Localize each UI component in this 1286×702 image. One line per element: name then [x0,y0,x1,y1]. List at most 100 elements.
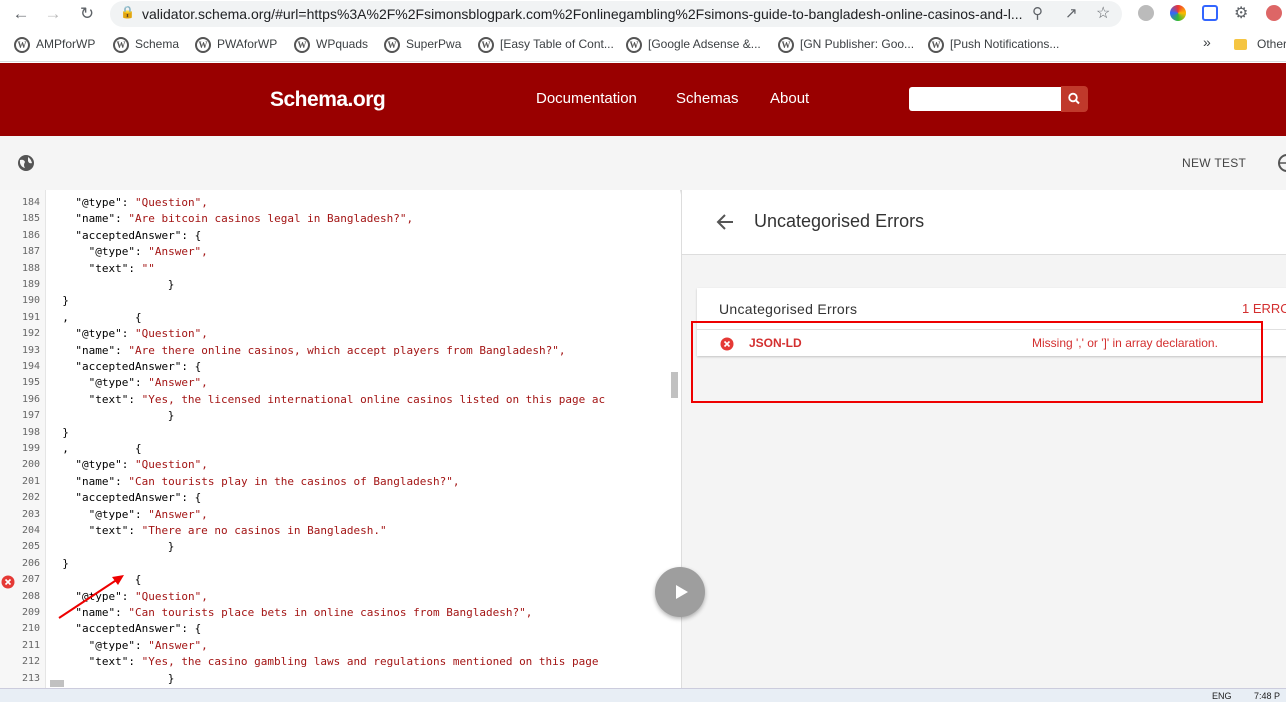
code-line: , { [62,442,142,455]
code-line: "@type": "Answer", [88,638,208,652]
vertical-scrollbar-thumb[interactable] [671,372,678,398]
line-number: 205 [21,541,40,553]
wordpress-icon: W [195,37,211,53]
code-line: "text": "There are no casinos in Banglad… [88,524,387,537]
line-number: 210 [21,623,40,635]
reload-icon[interactable]: ↻ [76,4,98,24]
wordpress-icon: W [14,37,30,53]
code-line: "text": "" [88,261,155,275]
profile-avatar[interactable] [1266,5,1282,21]
code-line: "@type": "Answer", [88,376,208,390]
annotation-arrow [58,575,124,619]
search-icon [1068,92,1080,105]
code-line: } [62,425,69,439]
line-number: 208 [21,590,40,602]
screen-capture-icon[interactable] [1202,5,1218,21]
line-gutter: 184 185 186 187 188 189 190 191 192 193 194 195 196 1… [0,190,46,702]
lock-icon: 🔒 [120,5,135,19]
line-number: 196 [21,393,40,405]
extension-icon[interactable] [1138,5,1154,21]
line-number: 198 [21,426,40,438]
bookmark-item[interactable]: W [Google Adsense &... [626,37,761,53]
line-number: 197 [21,410,40,422]
error-card-title: Uncategorised Errors [719,301,858,317]
bookmark-item[interactable]: W WPquads [294,37,368,53]
code-line: } [167,671,175,685]
folder-icon [1234,39,1247,51]
back-arrow-icon[interactable] [716,214,734,230]
code-line: } [62,294,69,308]
wordpress-icon: W [928,37,944,53]
run-test-button[interactable] [655,567,705,617]
wordpress-icon: W [294,37,310,53]
code-line: "acceptedAnswer": { [75,622,202,636]
puzzle-icon[interactable]: ⚙ [1234,3,1248,23]
new-test-button[interactable]: NEW TEST [1182,156,1246,170]
line-number: 190 [21,295,40,307]
code-line: "acceptedAnswer": { [75,491,202,505]
code-line: "@type": "Answer", [88,507,208,521]
horizontal-scrollbar-thumb[interactable] [50,680,64,687]
code-line: "name": "Can tourists play in the casino… [75,474,460,488]
line-number: 211 [21,639,40,651]
color-extension-icon[interactable] [1170,5,1186,21]
code-line: "text": "Yes, the licensed international… [88,392,606,406]
line-number: 191 [21,311,40,323]
error-marker-icon[interactable] [1,575,15,589]
code-line: "@type": "Question", [75,196,208,209]
line-number: 199 [21,443,40,454]
line-number: 184 [21,197,40,208]
browser-toolbar: ← → ↻ 🔒 validator.schema.org/#url=https%… [0,0,1286,29]
clock[interactable]: 7:48 P [1254,691,1280,701]
line-number: 213 [21,672,40,684]
language-icon[interactable] [1277,153,1286,173]
results-header: Uncategorised Errors [682,190,1286,255]
code-line: "name": "Are bitcoin casinos legal in Ba… [75,212,414,226]
search-button[interactable] [1061,86,1088,112]
code-editor[interactable]: 184 185 186 187 188 189 190 191 192 193 194 195 196 1… [0,190,680,702]
code-line: "@type": "Question", [75,458,208,472]
code-line: , { [62,310,142,324]
back-arrow-icon[interactable]: ← [10,4,32,24]
bookmark-item[interactable]: W [GN Publisher: Goo... [778,37,914,53]
error-count-badge: 1 ERRO [1242,301,1286,316]
code-line: "name": "Are there online casinos, which… [75,343,566,357]
line-number: 185 [21,213,40,225]
star-icon[interactable]: ☆ [1096,3,1110,23]
nav-about[interactable]: About [770,90,809,107]
nav-documentation[interactable]: Documentation [536,90,637,107]
wordpress-icon: W [113,37,129,53]
line-number: 204 [21,525,40,536]
line-number: 186 [21,229,40,241]
globe-icon[interactable] [16,153,36,173]
forward-arrow-icon[interactable]: → [42,4,64,24]
bookmarks-overflow-button[interactable]: » [1203,34,1211,50]
search-input[interactable] [909,87,1061,111]
wordpress-icon: W [478,37,494,53]
code-line: "acceptedAnswer": { [75,360,202,373]
address-bar[interactable]: 🔒 validator.schema.org/#url=https%3A%2F%… [110,1,1122,27]
results-title: Uncategorised Errors [754,211,925,231]
bookmark-item[interactable]: W AMPforWP [14,37,95,53]
language-indicator[interactable]: ENG [1212,691,1232,701]
bookmark-item[interactable]: W PWAforWP [195,37,277,53]
code-line: } [167,409,175,423]
zoom-icon[interactable]: ⚲ [1032,4,1043,22]
play-icon [676,585,688,599]
bookmark-item[interactable]: W Schema [113,37,179,53]
line-number: 195 [21,377,40,389]
other-bookmarks[interactable]: Other [1234,37,1286,51]
bookmark-item[interactable]: W SuperPwa [384,37,461,53]
bookmark-item[interactable]: W [Push Notifications... [928,37,1059,53]
line-number: 206 [21,557,40,569]
nav-schemas[interactable]: Schemas [676,90,739,107]
wordpress-icon: W [778,37,794,53]
bookmark-item[interactable]: W [Easy Table of Cont... [478,37,614,53]
url-text: validator.schema.org/#url=https%3A%2F%2F… [142,6,1023,22]
site-logo[interactable]: Schema.org [270,88,386,112]
line-number: 201 [21,475,40,487]
site-header: Schema.org Documentation Schemas About [0,63,1286,136]
share-icon[interactable]: ↗ [1065,4,1078,22]
line-number: 200 [21,459,40,471]
line-number: 188 [21,262,40,274]
